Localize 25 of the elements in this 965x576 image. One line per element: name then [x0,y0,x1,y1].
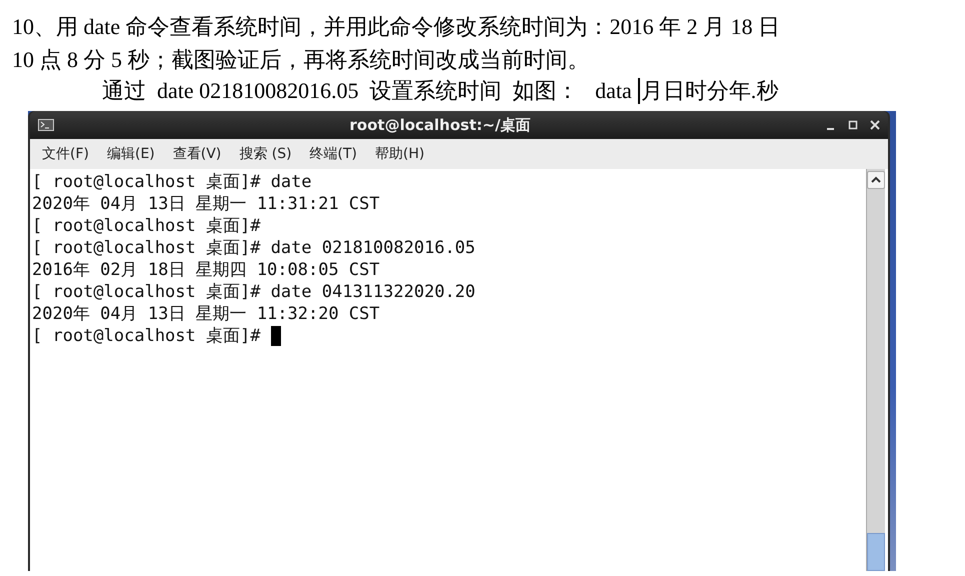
scroll-thumb[interactable] [867,533,885,571]
terminal-line: 2020年 04月 13日 星期一 11:31:21 CST [32,193,380,215]
scroll-up-icon[interactable] [867,171,885,189]
scrollbar[interactable] [866,169,885,571]
menu-item[interactable]: 编辑(E) [106,143,155,165]
terminal-line: [ root@localhost 桌面]# date 021810082016.05 [32,237,476,259]
maximize-icon[interactable] [848,120,858,130]
terminal-line: [ root@localhost 桌面]# [32,215,260,237]
note-text: 通过 date 021810082016.05 设置系统时间 如图： data [102,77,633,105]
menu-item[interactable]: 终端(T) [310,143,358,165]
paragraph-line: 10、用 date 命令查看系统时间，并用此命令修改系统时间为：2016 年 2 月 18 日 [12,13,782,41]
menu-item[interactable]: 帮助(H) [375,143,424,165]
note-text: 月日时分年.秒 [640,77,778,105]
close-icon[interactable] [870,120,880,130]
terminal-line: 2020年 04月 13日 星期一 11:32:20 CST [32,303,380,325]
menu-item[interactable]: 搜索 (S) [239,143,292,165]
terminal-line: [ root@localhost 桌面]# [32,325,262,347]
terminal-line: 2016年 02月 18日 星期四 10:08:05 CST [32,259,380,281]
terminal-line: [ root@localhost 桌面]# date 041311322020.20 [32,281,476,303]
window-title: root@localhost:~/桌面 [348,116,532,134]
menu-item[interactable]: 文件(F) [42,143,89,165]
terminal-icon [38,119,54,131]
menu-item[interactable]: 查看(V) [172,143,222,165]
terminal-line: [ root@localhost 桌面]# date [32,171,312,193]
paragraph-line: 10 点 8 分 5 秒；截图验证后，再将系统时间改成当前时间。 [12,46,590,74]
